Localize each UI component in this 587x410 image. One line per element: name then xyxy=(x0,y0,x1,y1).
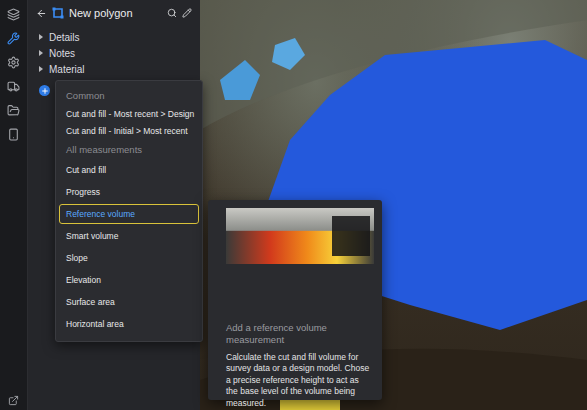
caret-right-icon xyxy=(38,66,44,72)
tooltip-description: Calculate the cut and fill volume for su… xyxy=(226,352,370,409)
caret-right-icon xyxy=(38,50,44,56)
rail-button[interactable] xyxy=(6,6,22,22)
menu-item[interactable]: Elevation xyxy=(59,270,199,290)
section-row[interactable]: Details xyxy=(28,29,200,45)
menu-heading: Common xyxy=(56,85,202,105)
side-panel: New polygonDetailsNotesMaterialCommonCut… xyxy=(28,0,200,410)
rail-icon xyxy=(7,128,20,141)
crystal-icon xyxy=(220,60,260,100)
rail-icon xyxy=(7,8,20,21)
back-arrow-icon[interactable] xyxy=(36,8,47,19)
section-label: Material xyxy=(49,64,85,75)
section-list: Details Notes Material xyxy=(28,25,200,77)
menu-item[interactable]: Horizontal area xyxy=(59,314,199,334)
rail-icon xyxy=(7,104,20,117)
preview-image xyxy=(226,208,374,264)
external-link-button[interactable] xyxy=(8,395,19,410)
plus-icon xyxy=(41,87,49,95)
rail-button[interactable] xyxy=(6,30,22,46)
tooltip-title: Add a reference volume measurement xyxy=(226,322,370,347)
menu-heading: All measurements xyxy=(56,139,202,159)
menu-item[interactable]: Progress xyxy=(59,182,199,202)
pencil-icon[interactable] xyxy=(182,8,192,18)
section-label: Notes xyxy=(49,48,75,59)
caret-right-icon xyxy=(38,34,44,40)
menu-item[interactable]: Smart volume xyxy=(59,226,199,246)
menu-item[interactable]: Cut and fill - Initial > Most recent xyxy=(59,122,199,139)
rail-button[interactable] xyxy=(6,54,22,70)
crystal-icon xyxy=(272,38,305,70)
panel-title: New polygon xyxy=(69,7,162,19)
app: New polygonDetailsNotesMaterialCommonCut… xyxy=(0,0,587,410)
menu-item[interactable]: Slope xyxy=(59,248,199,268)
tooltip: Add a reference volume measurementCalcul… xyxy=(208,200,382,400)
rail-button[interactable] xyxy=(6,78,22,94)
rail-button[interactable] xyxy=(6,102,22,118)
menu-item[interactable]: Reference volume xyxy=(59,204,199,224)
icon-rail xyxy=(0,0,28,410)
panel-header: New polygon xyxy=(28,0,200,25)
preview-legend xyxy=(332,216,370,256)
rail-icon xyxy=(7,56,20,69)
menu-item[interactable]: Cut and fill xyxy=(59,160,199,180)
rail-icon xyxy=(7,32,20,45)
external-link-icon xyxy=(8,395,19,406)
section-label: Details xyxy=(49,32,80,43)
search-icon[interactable] xyxy=(167,8,177,18)
menu-item[interactable]: Surface area xyxy=(59,292,199,312)
add-measurement-button[interactable] xyxy=(39,85,50,96)
rail-icon xyxy=(7,80,20,93)
section-row[interactable]: Material xyxy=(28,61,200,77)
polygon-icon xyxy=(52,7,64,19)
rail-button[interactable] xyxy=(6,126,22,142)
measurement-menu: CommonCut and fill - Most recent > Desig… xyxy=(55,80,203,342)
menu-item[interactable]: Cut and fill - Most recent > Design xyxy=(59,105,199,122)
section-row[interactable]: Notes xyxy=(28,45,200,61)
